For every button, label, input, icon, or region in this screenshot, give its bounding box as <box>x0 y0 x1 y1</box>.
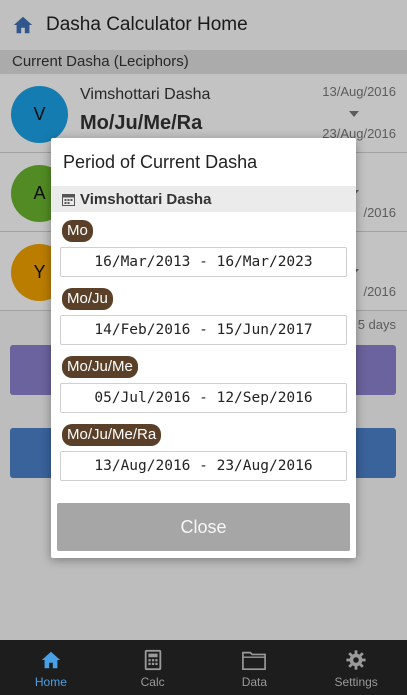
folder-icon <box>242 651 267 671</box>
home-icon <box>41 651 61 669</box>
period-tag: Mo/Ju/Me <box>62 356 138 378</box>
close-button[interactable]: Close <box>57 503 350 551</box>
dialog-subtitle: Vimshottari Dasha <box>80 190 212 208</box>
period-range-field[interactable]: 05/Jul/2016 - 12/Sep/2016 <box>60 383 347 413</box>
dialog-subheader: Vimshottari Dasha <box>51 186 356 212</box>
tab-label: Data <box>241 675 268 689</box>
period-dialog: Period of Current Dasha Vimshottari Dash… <box>51 138 356 558</box>
period-range-field[interactable]: 14/Feb/2016 - 15/Jun/2017 <box>60 315 347 345</box>
period-range-field[interactable]: 16/Mar/2013 - 16/Mar/2023 <box>60 247 347 277</box>
period-tag: Mo <box>62 220 93 242</box>
tab-data[interactable]: Data <box>204 640 306 695</box>
gear-icon <box>346 650 366 670</box>
tab-label: Settings <box>334 675 378 689</box>
tab-home[interactable]: Home <box>0 640 102 695</box>
calendar-icon <box>62 193 75 206</box>
tab-calc[interactable]: Calc <box>102 640 204 695</box>
dialog-title: Period of Current Dasha <box>63 152 258 172</box>
tab-settings[interactable]: Settings <box>305 640 407 695</box>
period-range-field[interactable]: 13/Aug/2016 - 23/Aug/2016 <box>60 451 347 481</box>
period-tag: Mo/Ju/Me/Ra <box>62 424 162 446</box>
tab-label: Home <box>34 675 67 689</box>
tab-label: Calc <box>140 675 165 689</box>
period-tag: Mo/Ju <box>62 288 113 310</box>
calculator-icon <box>144 649 161 671</box>
bottom-tab-bar: Home Calc Data Settings <box>0 640 407 695</box>
